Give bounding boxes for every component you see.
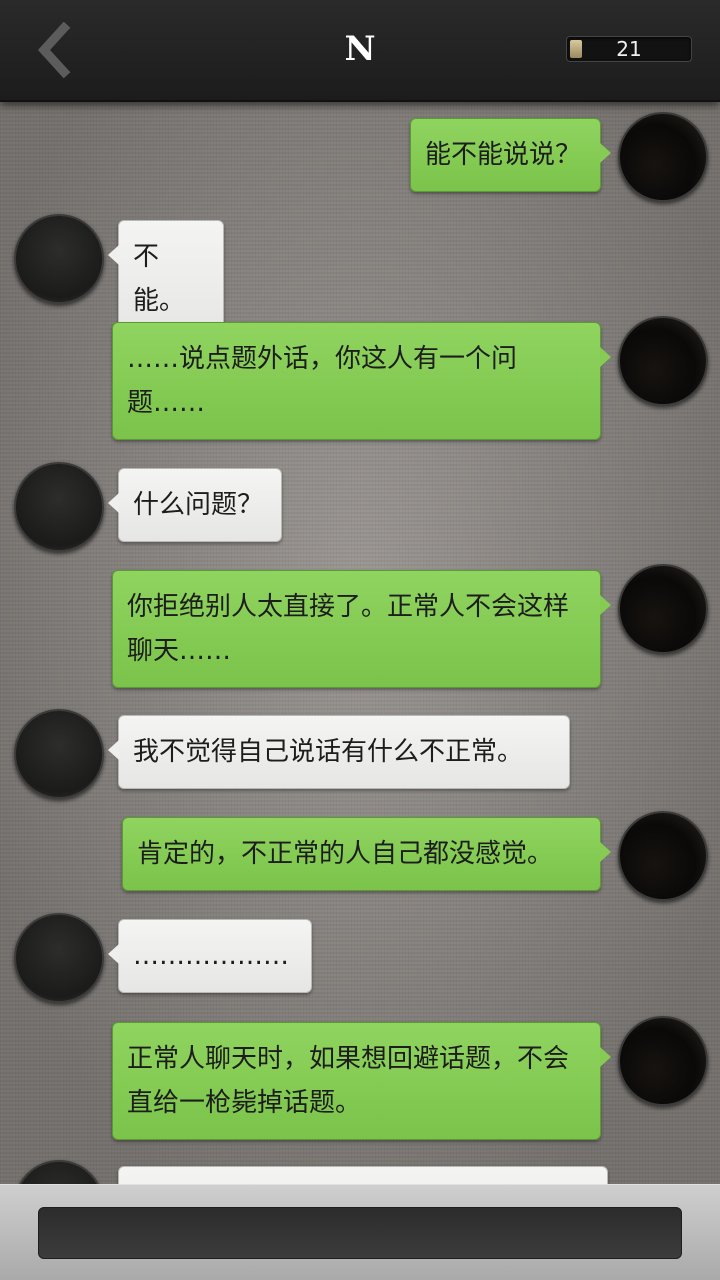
- contact-avatar[interactable]: [14, 1160, 104, 1184]
- contact-avatar[interactable]: [14, 462, 104, 552]
- message-bubble-contact[interactable]: 什么问题？: [108, 468, 282, 542]
- contact-avatar[interactable]: [14, 709, 104, 799]
- message-bubble-user[interactable]: 肯定的，不正常的人自己都没感觉。: [122, 817, 611, 891]
- message-bubble-user[interactable]: 你拒绝别人太直接了。正常人不会这样聊天……: [112, 570, 611, 688]
- message-bubble-contact[interactable]: [118, 1166, 608, 1184]
- message-bubble-contact[interactable]: ………………: [108, 919, 312, 993]
- user-avatar[interactable]: [618, 564, 708, 654]
- message-bubble-contact[interactable]: 我不觉得自己说话有什么不正常。: [108, 715, 570, 789]
- top-bar: N 21: [0, 0, 720, 102]
- user-avatar[interactable]: [618, 1016, 708, 1106]
- counter-badge: 21: [566, 36, 692, 62]
- contact-avatar[interactable]: [14, 214, 104, 304]
- message-bubble-contact[interactable]: 不能。: [108, 220, 224, 338]
- user-avatar[interactable]: [618, 811, 708, 901]
- user-avatar[interactable]: [618, 316, 708, 406]
- input-bar: [0, 1184, 720, 1280]
- message-bubble-user[interactable]: 正常人聊天时，如果想回避话题，不会直给一枪毙掉话题。: [112, 1022, 611, 1140]
- chat-area[interactable]: 能不能说说？ 不能。 ……说点题外话，你这人有一个问题…… 什么问题？ 你拒绝别…: [0, 100, 720, 1184]
- user-avatar[interactable]: [618, 112, 708, 202]
- counter-value: 21: [616, 37, 642, 61]
- message-input[interactable]: [38, 1207, 682, 1259]
- message-bubble-user[interactable]: ……说点题外话，你这人有一个问题……: [112, 322, 611, 440]
- message-bubble-user[interactable]: 能不能说说？: [410, 118, 611, 192]
- contact-avatar[interactable]: [14, 913, 104, 1003]
